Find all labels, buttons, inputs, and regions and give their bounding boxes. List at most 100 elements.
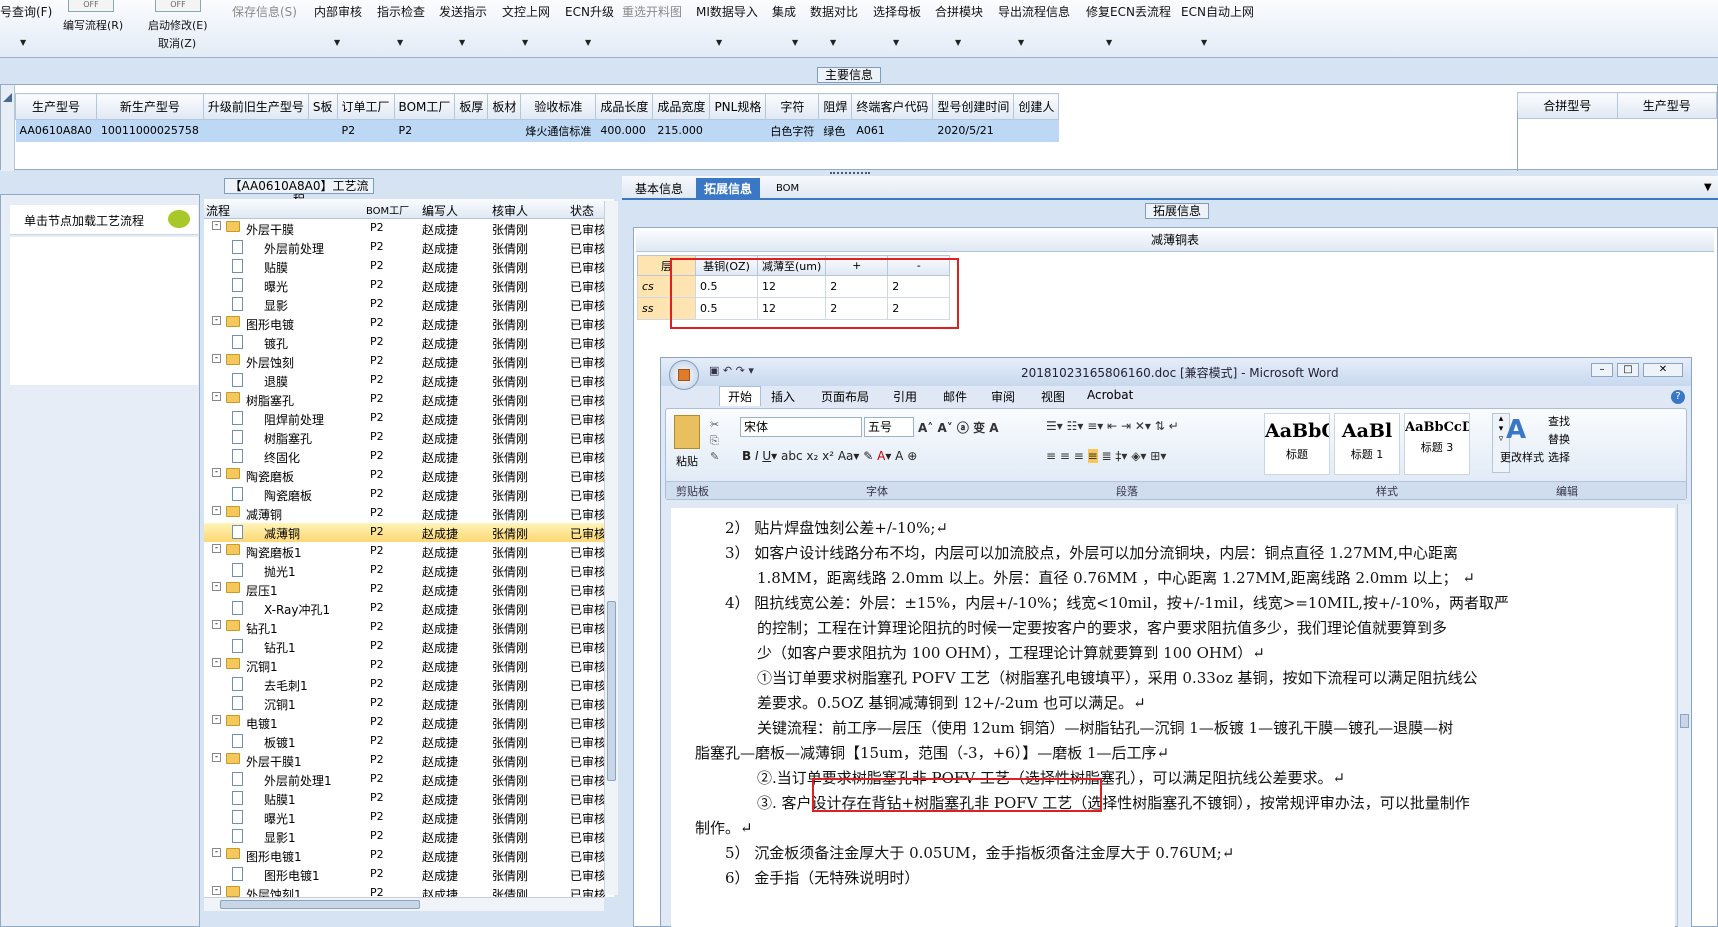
cancel-button[interactable]: 取消(Z) bbox=[158, 35, 196, 51]
toolbar-button-1[interactable]: 编写流程(R) bbox=[63, 17, 123, 33]
tree-column-header[interactable]: 核审人 bbox=[492, 202, 528, 219]
tree-row[interactable]: - 陶瓷磨板1 P2 赵成捷 张倩刚 已审核 bbox=[204, 542, 614, 561]
font-size-select[interactable]: 五号 bbox=[864, 417, 914, 437]
dropdown-arrow-icon[interactable]: ▼ bbox=[716, 38, 722, 47]
tree-row[interactable]: - 图形电镀1 P2 赵成捷 张倩刚 已审核 bbox=[204, 846, 614, 865]
tree-row[interactable]: 减薄铜 P2 赵成捷 张倩刚 已审核 bbox=[204, 523, 614, 542]
tree-vscrollbar[interactable] bbox=[604, 201, 618, 895]
tree-row[interactable]: 去毛刺1 P2 赵成捷 张倩刚 已审核 bbox=[204, 675, 614, 694]
tree-row[interactable]: 抛光1 P2 赵成捷 张倩刚 已审核 bbox=[204, 561, 614, 580]
tree-column-header[interactable]: BOM工厂 bbox=[366, 202, 409, 217]
word-document[interactable]: 2） 贴片焊盘蚀刻公差+/-10%;↵ 3） 如客户设计线路分布不均，内层可以加流… bbox=[671, 508, 1675, 927]
tree-row[interactable]: 外层前处理 P2 赵成捷 张倩刚 已审核 bbox=[204, 238, 614, 257]
dropdown-arrow-icon[interactable]: ▼ bbox=[1018, 38, 1024, 47]
ribbon-tab[interactable]: 邮件 bbox=[943, 388, 967, 405]
toolbar-button-4[interactable]: 内部审核 bbox=[314, 3, 362, 20]
column-header[interactable]: 验收标准 bbox=[520, 93, 597, 120]
collapse-icon[interactable]: - bbox=[212, 886, 221, 895]
collapse-icon[interactable]: - bbox=[212, 392, 221, 401]
tree-row[interactable]: - 陶瓷磨板 P2 赵成捷 张倩刚 已审核 bbox=[204, 466, 614, 485]
dropdown-arrow-icon[interactable]: ▼ bbox=[334, 38, 340, 47]
paste-label[interactable]: 粘贴 bbox=[676, 453, 698, 469]
tree-row[interactable]: - 外层蚀刻1 P2 赵成捷 张倩刚 已审核 bbox=[204, 884, 614, 897]
column-header[interactable]: 生产型号 bbox=[15, 93, 97, 120]
ribbon-tab[interactable]: 引用 bbox=[893, 388, 917, 405]
column-header[interactable]: 生产型号 bbox=[1616, 92, 1717, 119]
tree-row[interactable]: - 图形电镀 P2 赵成捷 张倩刚 已审核 bbox=[204, 314, 614, 333]
tree-row[interactable]: 板镀1 P2 赵成捷 张倩刚 已审核 bbox=[204, 732, 614, 751]
toolbar-button-14[interactable]: 合拼模块 bbox=[935, 3, 983, 20]
dropdown-arrow-icon[interactable]: ▼ bbox=[585, 38, 591, 47]
dropdown-arrow-icon[interactable]: ▼ bbox=[792, 38, 798, 47]
load-hint-box[interactable]: 单击节点加载工艺流程 bbox=[10, 205, 198, 235]
ribbon-tab[interactable]: 视图 bbox=[1041, 388, 1065, 405]
collapse-icon[interactable]: - bbox=[212, 658, 221, 667]
tree-row[interactable]: 镀孔 P2 赵成捷 张倩刚 已审核 bbox=[204, 333, 614, 352]
column-header[interactable]: 型号创建时间 bbox=[932, 93, 1015, 120]
clipboard-tools-icons[interactable]: ✂ ⎘ ✎ bbox=[710, 417, 719, 465]
tree-row[interactable]: X-Ray冲孔1 P2 赵成捷 张倩刚 已审核 bbox=[204, 599, 614, 618]
collapse-icon[interactable]: - bbox=[212, 620, 221, 629]
tree-scroll-thumb[interactable] bbox=[607, 601, 616, 781]
tree-hscrollbar[interactable] bbox=[204, 897, 604, 911]
style-gallery-item[interactable]: AaBl 标题 1 bbox=[1334, 413, 1400, 475]
toggle-switch-2[interactable]: OFF bbox=[155, 0, 201, 12]
toolbar-button-8[interactable]: ECN升级 bbox=[565, 3, 614, 20]
column-header[interactable]: S板 bbox=[307, 93, 338, 120]
ribbon-tab[interactable]: Acrobat bbox=[1087, 388, 1133, 402]
column-header[interactable]: 新生产型号 bbox=[95, 93, 204, 120]
tree-row[interactable]: - 电镀1 P2 赵成捷 张倩刚 已审核 bbox=[204, 713, 614, 732]
tab-dropdown-icon[interactable]: ▼ bbox=[1704, 182, 1712, 193]
column-header[interactable]: PNL规格 bbox=[709, 93, 767, 120]
tree-row[interactable]: 阻焊前处理 P2 赵成捷 张倩刚 已审核 bbox=[204, 409, 614, 428]
dropdown-arrow-icon[interactable]: ▼ bbox=[1106, 38, 1112, 47]
dropdown-arrow-icon[interactable]: ▼ bbox=[893, 38, 899, 47]
column-header[interactable]: 终端客户代码 bbox=[851, 93, 934, 120]
change-styles-label[interactable]: 更改样式 bbox=[1500, 449, 1544, 465]
collapse-icon[interactable]: - bbox=[212, 753, 221, 762]
column-header[interactable]: 创建人 bbox=[1013, 93, 1060, 120]
dropdown-arrow-icon[interactable]: ▼ bbox=[522, 38, 528, 47]
collapse-icon[interactable]: - bbox=[212, 848, 221, 857]
paste-icon[interactable] bbox=[674, 415, 700, 449]
tree-row[interactable]: 外层前处理1 P2 赵成捷 张倩刚 已审核 bbox=[204, 770, 614, 789]
toolbar-button-9[interactable]: 重选开料图 bbox=[622, 3, 682, 20]
toolbar-button-3[interactable]: 保存信息(S) bbox=[232, 3, 297, 20]
font-grow-shrink-icons[interactable]: A˄ A˅ ⓐ 变 A bbox=[918, 419, 999, 436]
font-name-select[interactable]: 宋体 bbox=[740, 417, 862, 437]
dropdown-arrow-icon[interactable]: ▼ bbox=[459, 38, 465, 47]
quick-access-icons[interactable]: ▣ ↶ ↷ ▾ bbox=[709, 364, 754, 377]
tree-row[interactable]: - 钻孔1 P2 赵成捷 张倩刚 已审核 bbox=[204, 618, 614, 637]
tree-row[interactable]: 终固化 P2 赵成捷 张倩刚 已审核 bbox=[204, 447, 614, 466]
dropdown-arrow-icon[interactable]: ▼ bbox=[397, 38, 403, 47]
tab-extended-info[interactable]: 拓展信息 bbox=[696, 178, 761, 200]
tree-row[interactable]: 贴膜1 P2 赵成捷 张倩刚 已审核 bbox=[204, 789, 614, 808]
tree-row[interactable]: 曝光 P2 赵成捷 张倩刚 已审核 bbox=[204, 276, 614, 295]
toolbar-button-17[interactable]: ECN自动上网 bbox=[1181, 3, 1254, 20]
toolbar-button-11[interactable]: 集成 bbox=[772, 3, 796, 20]
toolbar-button-6[interactable]: 发送指示 bbox=[439, 3, 487, 20]
restore-icon[interactable]: □ bbox=[1617, 363, 1639, 377]
toolbar-button-0[interactable]: 号查询(F) bbox=[0, 3, 52, 20]
column-header[interactable]: 板材 bbox=[487, 93, 522, 120]
toolbar-button-5[interactable]: 指示检查 bbox=[377, 3, 425, 20]
close-icon[interactable]: ✕ bbox=[1643, 363, 1683, 377]
tree-row[interactable]: - 树脂塞孔 P2 赵成捷 张倩刚 已审核 bbox=[204, 390, 614, 409]
tree-row[interactable]: 树脂塞孔 P2 赵成捷 张倩刚 已审核 bbox=[204, 428, 614, 447]
collapse-icon[interactable]: - bbox=[212, 316, 221, 325]
column-header[interactable]: 成品长度 bbox=[595, 93, 654, 120]
collapse-icon[interactable]: - bbox=[212, 221, 221, 230]
list-icons[interactable]: ☰▾ ☷▾ ≡▾ ⇤ ⇥ ✕▾ ⇅ ↵ bbox=[1046, 419, 1179, 433]
style-gallery-item[interactable]: AaBbC 标题 bbox=[1264, 413, 1330, 475]
tree-row[interactable]: 显影1 P2 赵成捷 张倩刚 已审核 bbox=[204, 827, 614, 846]
toggle-switch-1[interactable]: OFF bbox=[68, 0, 114, 12]
splitter-handle[interactable] bbox=[830, 172, 870, 175]
tree-hscroll-thumb[interactable] bbox=[220, 900, 420, 909]
ribbon-tab[interactable]: 审阅 bbox=[991, 388, 1015, 405]
select-button[interactable]: 选择 bbox=[1548, 449, 1570, 465]
toolbar-button-15[interactable]: 导出流程信息 bbox=[998, 3, 1070, 20]
tree-column-header[interactable]: 编写人 bbox=[422, 202, 458, 219]
style-gallery-item[interactable]: AaBbCcDd 标题 3 bbox=[1404, 413, 1470, 475]
toolbar-button-10[interactable]: MI数据导入 bbox=[696, 3, 758, 20]
font-format-icons[interactable]: B I U▾ abc x₂ x² Aa▾ ✎ A▾ A ⊕ bbox=[742, 449, 917, 463]
